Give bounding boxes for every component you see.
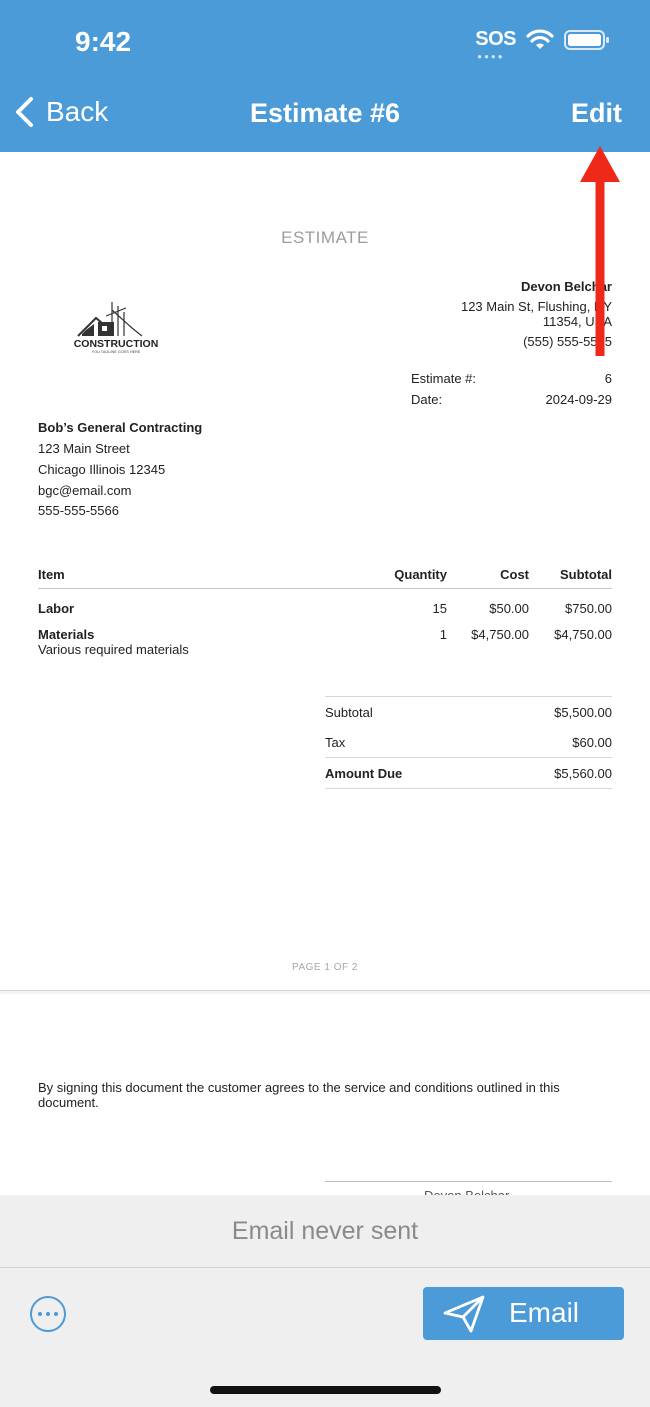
sos-label: SOS [475, 28, 516, 50]
house-icon [77, 302, 143, 337]
row-quantity: 15 [432, 601, 447, 616]
page-indicator: PAGE 1 OF 2 [292, 962, 358, 973]
app-header: 9:42 SOS ●●●● Back Estimate #6 Edit [0, 0, 650, 152]
sos-indicator: SOS ●●●● [475, 28, 516, 61]
business-city: Chicago Illinois 12345 [38, 462, 166, 477]
row-item: Labor [38, 601, 75, 616]
email-status: Email never sent [0, 1195, 650, 1268]
business-name: Bob’s General Contracting [38, 420, 203, 435]
bottom-toolbar: Email [0, 1268, 650, 1407]
logo-text: CONSTRUCTION [74, 338, 159, 350]
row-description: Various required materials [38, 642, 189, 657]
edit-button[interactable]: Edit [571, 98, 622, 129]
tax-label: Tax [325, 735, 346, 750]
client-phone: (555) 555-5555 [523, 334, 612, 349]
row-quantity: 1 [439, 627, 447, 642]
signature-line [325, 1181, 612, 1182]
column-header-quantity: Quantity [394, 567, 447, 582]
row-subtotal: $750.00 [565, 601, 612, 616]
estimate-number-value: 6 [604, 371, 612, 386]
status-icons: SOS ●●●● [475, 28, 610, 61]
document-page-2: By signing this document the customer ag… [0, 994, 650, 1195]
client-name: Devon Belchar [520, 279, 612, 294]
signal-dots-icon: ●●●● [477, 52, 505, 61]
row-cost: $4,750.00 [471, 627, 529, 642]
tax-value: $60.00 [572, 735, 612, 750]
paper-plane-icon [443, 1295, 485, 1333]
home-indicator[interactable] [210, 1386, 441, 1394]
wifi-icon [526, 28, 554, 49]
signature-name: Devon Belchar [424, 1188, 509, 1195]
email-button[interactable]: Email [423, 1287, 624, 1340]
more-icon [38, 1312, 42, 1316]
battery-icon [564, 29, 609, 50]
document-preview[interactable]: ESTIMATE CONSTRUCTION YOU TAGLINE GOES H… [0, 152, 650, 1195]
date-value: 2024-09-29 [545, 392, 613, 407]
totals-mid-divider [325, 757, 612, 758]
amount-due-value: $5,560.00 [554, 766, 612, 781]
terms-text: By signing this document the customer ag… [38, 1080, 560, 1110]
business-street: 123 Main Street [38, 441, 130, 456]
page-title: Estimate #6 [249, 98, 401, 128]
more-icon-dot [54, 1312, 58, 1316]
business-email: bgc@email.com [38, 483, 132, 498]
totals-top-divider [325, 696, 612, 697]
business-phone: 555-555-5566 [38, 503, 119, 518]
date-label: Date: [411, 392, 443, 407]
amount-due-label: Amount Due [325, 766, 403, 781]
row-cost: $50.00 [489, 601, 529, 616]
document-page-1: ESTIMATE CONSTRUCTION YOU TAGLINE GOES H… [0, 152, 650, 990]
column-header-cost: Cost [500, 567, 529, 582]
subtotal-label: Subtotal [325, 705, 373, 720]
subtotal-value: $5,500.00 [554, 705, 612, 720]
client-address-line2: 11354, USA [542, 314, 612, 329]
estimate-number-label: Estimate #: [411, 371, 477, 386]
document-title: ESTIMATE [281, 228, 369, 247]
column-header-subtotal: Subtotal [560, 567, 612, 582]
totals-bottom-divider [325, 788, 612, 789]
email-button-label: Email [509, 1297, 580, 1328]
row-item: Materials [38, 627, 95, 642]
logo-tagline: YOU TAGLINE GOES HERE [92, 350, 141, 354]
more-icon-dot [46, 1312, 50, 1316]
row-subtotal: $4,750.00 [554, 627, 612, 642]
more-options-button[interactable] [30, 1296, 66, 1332]
status-time: 9:42 [75, 26, 132, 57]
company-logo: CONSTRUCTION YOU TAGLINE GOES HERE [74, 302, 159, 354]
client-address-line1: 123 Main St, Flushing, NY [460, 299, 612, 314]
table-header-divider [38, 588, 612, 589]
column-header-item: Item [38, 567, 65, 582]
